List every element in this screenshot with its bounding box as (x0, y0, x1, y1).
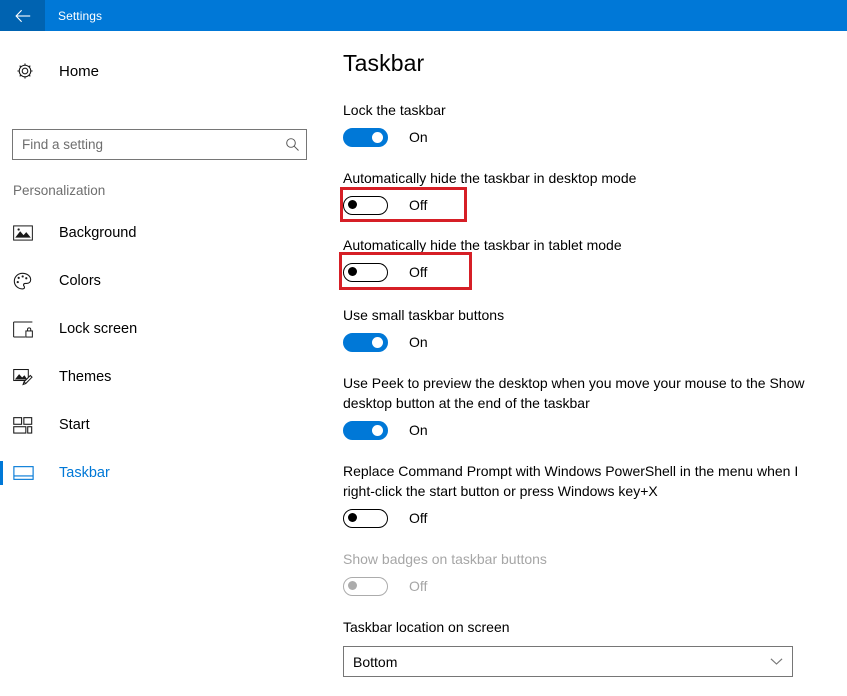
brush-icon (13, 368, 37, 386)
toggle-row: Off (343, 505, 813, 531)
window-title: Settings (58, 8, 103, 23)
toggle-knob (348, 266, 357, 276)
sidebar-item-colors-label: Colors (59, 273, 101, 289)
toggle-state-label: Off (409, 510, 428, 526)
toggle-state-label: On (409, 129, 428, 145)
sidebar-item-home[interactable]: Home (0, 51, 320, 91)
taskbar-icon (13, 466, 37, 480)
sidebar-item-background-label: Background (59, 225, 137, 241)
setting-label: Replace Command Prompt with Windows Powe… (343, 463, 799, 499)
toggle-switch-auto-hide-tablet-mode[interactable] (343, 262, 388, 282)
setting-use-small-taskbar-buttons: Use small taskbar buttons On (343, 305, 813, 355)
sidebar-nav-list: Background Colors Lock screen Themes Sta… (0, 209, 335, 497)
sidebar-item-taskbar-label: Taskbar (59, 465, 110, 481)
start-tiles-icon (13, 416, 37, 434)
lock-screen-icon (13, 320, 37, 338)
setting-taskbar-location: Taskbar location on screen Bottom (343, 617, 813, 677)
toggle-row: On (343, 329, 813, 355)
image-icon (13, 225, 37, 241)
toggle-switch-lock-the-taskbar[interactable] (343, 127, 388, 147)
toggle-row: Off (343, 573, 813, 599)
toggle-switch-replace-command-prompt[interactable] (343, 508, 388, 528)
toggle-knob (348, 512, 357, 522)
selection-accent-bar (0, 365, 3, 389)
sidebar-group-label: Personalization (13, 183, 106, 198)
search-box[interactable] (12, 129, 307, 160)
setting-use-peek: Use Peek to preview the desktop when you… (343, 373, 813, 443)
toggle-switch-use-small-taskbar-buttons[interactable] (343, 332, 388, 352)
setting-replace-command-prompt: Replace Command Prompt with Windows Powe… (343, 461, 813, 531)
gear-icon (13, 62, 37, 80)
setting-label: Use small taskbar buttons (343, 307, 505, 323)
sidebar-item-start-label: Start (59, 417, 90, 433)
chevron-down-icon[interactable] (760, 657, 792, 666)
selection-accent-bar (0, 221, 3, 245)
toggle-switch-show-badges (343, 576, 388, 596)
toggle-state-label: Off (409, 197, 428, 213)
setting-label: Lock the taskbar (343, 102, 446, 118)
page-title: Taskbar (343, 50, 425, 76)
selection-accent-bar (0, 269, 3, 293)
back-arrow-icon (14, 9, 31, 23)
search-icon[interactable] (278, 137, 306, 152)
sidebar-item-lock-screen-label: Lock screen (59, 321, 138, 337)
setting-label: Show badges on taskbar buttons (343, 551, 547, 567)
toggle-state-label: Off (409, 264, 428, 280)
sidebar-item-home-label: Home (59, 62, 100, 80)
selection-accent-bar (0, 413, 3, 437)
toggle-state-label: On (409, 334, 428, 350)
title-bar: Settings (0, 0, 847, 31)
setting-lock-the-taskbar: Lock the taskbar On (343, 100, 813, 150)
taskbar-location-dropdown[interactable]: Bottom (343, 646, 793, 677)
toggle-knob (372, 131, 383, 143)
setting-auto-hide-desktop-mode: Automatically hide the taskbar in deskto… (340, 168, 813, 222)
main-content: Taskbar Lock the taskbar On Automaticall… (335, 31, 847, 696)
toggle-knob (348, 580, 357, 590)
palette-icon (13, 272, 37, 291)
toggle-knob (372, 424, 383, 436)
sidebar: Home Personalization Background (0, 31, 335, 696)
setting-auto-hide-tablet-mode: Automatically hide the taskbar in tablet… (339, 235, 813, 290)
back-button[interactable] (0, 0, 45, 31)
selection-accent-bar (0, 461, 3, 485)
sidebar-item-background[interactable]: Background (0, 209, 335, 257)
setting-label: Use Peek to preview the desktop when you… (343, 375, 805, 411)
setting-label: Automatically hide the taskbar in tablet… (343, 237, 622, 253)
setting-label: Taskbar location on screen (343, 619, 510, 635)
toggle-row: On (343, 124, 813, 150)
toggle-switch-auto-hide-desktop-mode[interactable] (343, 195, 388, 215)
setting-show-badges: Show badges on taskbar buttons Off (343, 549, 813, 599)
sidebar-item-themes-label: Themes (59, 369, 112, 385)
toggle-state-label: Off (409, 578, 428, 594)
dropdown-selected-value: Bottom (353, 653, 398, 670)
toggle-knob (348, 199, 357, 209)
toggle-row: On (343, 417, 813, 443)
selection-accent-bar (0, 317, 3, 341)
settings-list: Lock the taskbar On Automatically hide t… (339, 100, 813, 677)
toggle-row: Off (343, 192, 813, 218)
toggle-knob (372, 336, 383, 348)
sidebar-item-start[interactable]: Start (0, 401, 335, 449)
search-input[interactable] (13, 130, 278, 159)
sidebar-item-lock-screen[interactable]: Lock screen (0, 305, 335, 353)
toggle-row: Off (343, 259, 813, 285)
setting-label: Automatically hide the taskbar in deskto… (343, 170, 637, 186)
sidebar-item-colors[interactable]: Colors (0, 257, 335, 305)
sidebar-item-taskbar[interactable]: Taskbar (0, 449, 335, 497)
toggle-state-label: On (409, 422, 428, 438)
sidebar-item-themes[interactable]: Themes (0, 353, 335, 401)
toggle-switch-use-peek[interactable] (343, 420, 388, 440)
